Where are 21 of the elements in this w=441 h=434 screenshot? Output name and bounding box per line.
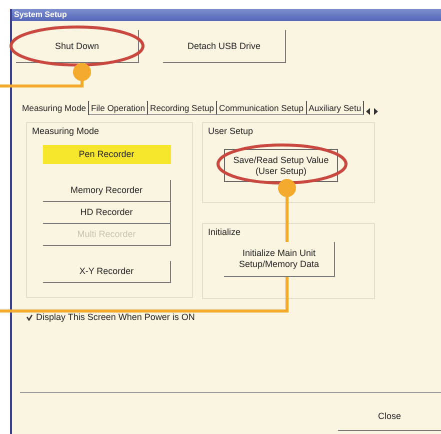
- save-read-button[interactable]: Save/Read Setup Value (User Setup): [224, 149, 338, 182]
- top-button[interactable]: Detach USB Drive: [163, 30, 286, 63]
- tab[interactable]: Communication Setup: [217, 101, 307, 115]
- tab[interactable]: File Operation: [89, 101, 148, 115]
- group-title: User Setup: [208, 126, 254, 136]
- tab[interactable]: Recording Setup: [148, 101, 218, 115]
- group-title: Measuring Mode: [32, 126, 100, 136]
- checkbox-label: Display This Screen When Power is ON: [36, 312, 195, 322]
- group-title: Initialize: [208, 227, 241, 237]
- mode-button[interactable]: Pen Recorder: [43, 145, 171, 164]
- mode-button[interactable]: X-Y Recorder: [43, 261, 171, 283]
- window-title: System Setup: [12, 9, 441, 21]
- initialize-button[interactable]: Initialize Main Unit Setup/Memory Data: [224, 242, 335, 277]
- mode-button[interactable]: HD Recorder: [43, 202, 171, 224]
- scroll-left-icon[interactable]: [366, 108, 372, 115]
- checkbox[interactable]: [26, 314, 33, 320]
- tab[interactable]: Measuring Mode: [20, 101, 90, 115]
- top-button[interactable]: Shut Down: [16, 30, 139, 63]
- tab[interactable]: Auxiliary Setu: [306, 101, 364, 115]
- scroll-right-icon[interactable]: [373, 108, 378, 115]
- mode-button[interactable]: Memory Recorder: [43, 180, 171, 202]
